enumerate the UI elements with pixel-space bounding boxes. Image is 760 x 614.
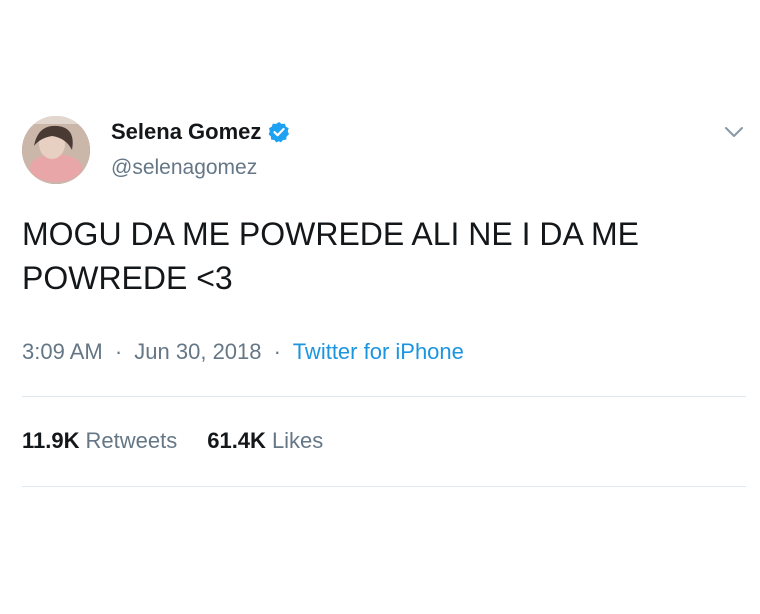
meta-separator: · — [273, 339, 281, 364]
tweet-meta: 3:09 AM · Jun 30, 2018 · Twitter for iPh… — [22, 338, 464, 366]
display-name[interactable]: Selena Gomez — [111, 118, 261, 146]
verified-badge-icon — [268, 121, 290, 143]
likes-stat[interactable]: 61.4K Likes — [207, 427, 323, 455]
retweets-count: 11.9K — [22, 428, 80, 453]
user-handle[interactable]: @selenagomez — [111, 155, 257, 181]
tweet-time[interactable]: 3:09 AM — [22, 339, 103, 364]
retweets-stat[interactable]: 11.9K Retweets — [22, 427, 177, 455]
retweets-label: Retweets — [85, 428, 178, 453]
avatar-photo — [22, 116, 90, 184]
meta-separator: · — [114, 339, 123, 364]
tweet-card: Selena Gomez @selenagomez MOGU DA ME POW… — [0, 0, 760, 614]
divider — [22, 486, 746, 487]
avatar[interactable] — [22, 116, 90, 184]
author-name-row[interactable]: Selena Gomez — [111, 118, 290, 146]
tweet-source-link[interactable]: Twitter for iPhone — [293, 339, 464, 364]
divider — [22, 396, 746, 397]
tweet-stats: 11.9K Retweets 61.4K Likes — [22, 427, 323, 455]
likes-label: Likes — [271, 428, 324, 453]
chevron-down-icon[interactable] — [722, 122, 746, 142]
tweet-text: MOGU DA ME POWREDE ALI NE I DA ME POWRED… — [22, 216, 639, 296]
tweet-date[interactable]: Jun 30, 2018 — [134, 339, 261, 364]
likes-count: 61.4K — [207, 428, 266, 453]
